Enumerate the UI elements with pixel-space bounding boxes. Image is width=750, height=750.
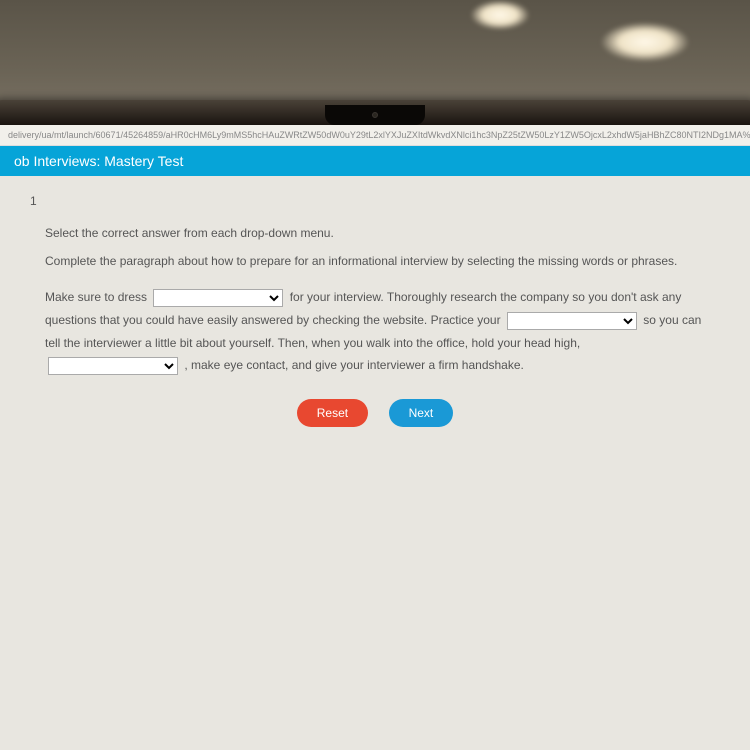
page-title: ob Interviews: Mastery Test: [14, 153, 183, 169]
question-paragraph: Make sure to dress for your interview. T…: [45, 286, 705, 377]
dropdown-3[interactable]: [48, 357, 178, 375]
reset-button[interactable]: Reset: [297, 399, 368, 427]
dropdown-2[interactable]: [507, 312, 637, 330]
camera-dot: [372, 112, 378, 118]
instruction-text: Select the correct answer from each drop…: [45, 226, 705, 240]
screen-area: delivery/ua/mt/launch/60671/45264859/aHR…: [0, 125, 750, 750]
page-title-bar: ob Interviews: Mastery Test: [0, 146, 750, 176]
paragraph-text-4: , make eye contact, and give your interv…: [184, 358, 524, 372]
subinstruction-text: Complete the paragraph about how to prep…: [45, 254, 705, 268]
question-number: 1: [30, 194, 705, 208]
dropdown-1[interactable]: [153, 289, 283, 307]
ceiling-light: [470, 0, 530, 30]
camera-notch: [325, 105, 425, 125]
next-button[interactable]: Next: [389, 399, 454, 427]
url-bar: delivery/ua/mt/launch/60671/45264859/aHR…: [0, 125, 750, 146]
button-row: Reset Next: [45, 399, 705, 427]
content-area: 1 Select the correct answer from each dr…: [0, 176, 750, 445]
paragraph-text-1: Make sure to dress: [45, 290, 150, 304]
ceiling-light: [600, 22, 690, 62]
